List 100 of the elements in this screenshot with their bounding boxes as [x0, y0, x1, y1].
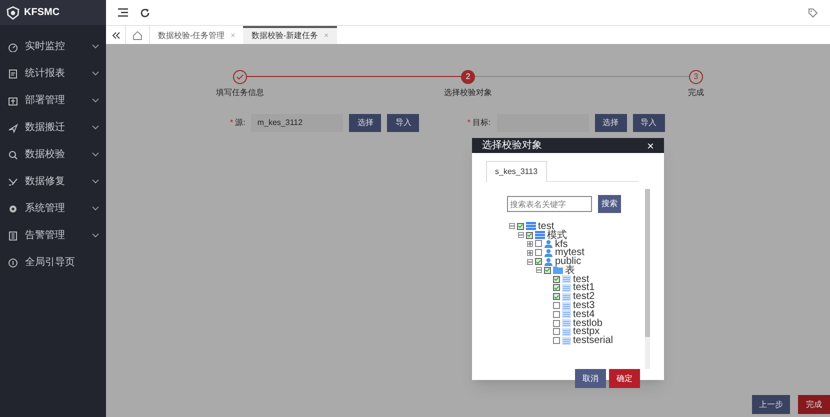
tree-node-label[interactable]: test: [573, 274, 590, 284]
tree-node-label[interactable]: testpx: [573, 327, 600, 336]
chevron-down-icon[interactable]: [92, 233, 99, 238]
sidebar-item[interactable]: 统计报表: [25, 66, 85, 81]
settings-icon: [8, 204, 18, 214]
required-mark: *: [467, 117, 470, 129]
chevron-down-icon[interactable]: [92, 206, 99, 211]
sidebar-item[interactable]: 数据修复: [25, 174, 85, 189]
tree-node-label[interactable]: testserial: [573, 336, 614, 345]
tree-node-label[interactable]: test: [538, 222, 554, 231]
checkbox[interactable]: [553, 328, 560, 336]
gauge-icon: [8, 42, 18, 52]
tab-label: 数据校验-任务管理: [158, 30, 225, 42]
step-number: 3: [689, 70, 703, 84]
tree-node-label[interactable]: testlob: [573, 318, 602, 328]
tree-node-label[interactable]: 表: [565, 266, 575, 275]
form-button[interactable]: 选择: [594, 114, 627, 132]
sidebar-item[interactable]: 全局引导页: [25, 255, 99, 270]
collapse-double-chevron-icon[interactable]: [112, 32, 120, 38]
close-button[interactable]: ×: [646, 140, 654, 152]
tree-node-label[interactable]: kfs: [555, 240, 568, 248]
field-label: 源:: [235, 117, 246, 129]
checkbox[interactable]: [517, 222, 524, 230]
tree-node-label[interactable]: test3: [573, 301, 595, 310]
checkbox[interactable]: [553, 337, 560, 344]
collapse-toggle-icon[interactable]: [527, 258, 533, 265]
checkbox[interactable]: [553, 293, 560, 300]
step-label: 选择校验对象: [444, 87, 492, 99]
tree-node-label[interactable]: test1: [573, 283, 595, 292]
sidebar-item[interactable]: 实时监控: [25, 39, 85, 54]
dialog-tab[interactable]: s_kes_3113: [486, 161, 547, 182]
search-field[interactable]: 搜索表名关键字: [507, 196, 592, 212]
database-icon: [526, 222, 536, 230]
user-icon: [544, 258, 553, 266]
expand-toggle-icon[interactable]: [527, 250, 533, 256]
tag-icon[interactable]: [808, 8, 818, 18]
form-button[interactable]: 导入: [387, 114, 420, 132]
collapse-toggle-icon[interactable]: [509, 223, 515, 230]
database-icon: [535, 231, 545, 240]
tree-node-label[interactable]: 模式: [547, 230, 567, 240]
scrollbar[interactable]: [645, 189, 650, 369]
step-label: 完成: [688, 87, 704, 99]
tab[interactable]: 数据校验-新建任务 ×: [243, 26, 337, 44]
send-icon: [8, 122, 18, 132]
confirm-button[interactable]: 确定: [609, 369, 640, 388]
checkbox[interactable]: [544, 266, 551, 274]
chevron-down-icon[interactable]: [92, 125, 99, 130]
previous-button[interactable]: 上一步: [752, 395, 790, 414]
chevron-down-icon[interactable]: [92, 152, 99, 157]
tree-node-label[interactable]: public: [555, 257, 582, 266]
list-icon: [8, 230, 18, 240]
table-icon: [562, 319, 571, 328]
folder-icon: [553, 266, 563, 274]
search-button[interactable]: 搜索: [598, 195, 621, 213]
refresh-icon[interactable]: [140, 8, 150, 18]
tree-node-label[interactable]: test4: [573, 310, 595, 319]
sidebar-item[interactable]: 数据校验: [25, 147, 85, 162]
shield-logo-icon: [6, 6, 20, 20]
user-icon: [544, 248, 553, 257]
collapse-toggle-icon[interactable]: [536, 267, 542, 274]
checkbox[interactable]: [535, 240, 542, 248]
dialog-title: 选择校验对象: [482, 138, 542, 153]
info-icon: [8, 258, 18, 268]
checkbox[interactable]: [553, 310, 560, 318]
table-icon: [562, 328, 571, 336]
text-field[interactable]: m_kes_3112: [251, 114, 344, 132]
sidebar-item[interactable]: 系统管理: [25, 201, 85, 216]
tab-label: 数据校验-新建任务: [251, 30, 318, 42]
report-icon: [8, 68, 18, 78]
table-icon: [562, 302, 571, 310]
finish-button[interactable]: 完成: [798, 395, 830, 414]
user-icon: [544, 240, 553, 248]
checkbox[interactable]: [553, 320, 560, 327]
chevron-down-icon[interactable]: [92, 71, 99, 76]
sidebar-item[interactable]: 部署管理: [25, 93, 85, 108]
checkbox[interactable]: [526, 232, 533, 239]
collapse-toggle-icon[interactable]: [518, 232, 524, 238]
checkbox[interactable]: [553, 276, 560, 283]
required-mark: *: [230, 117, 234, 129]
table-icon: [562, 310, 571, 318]
checkbox[interactable]: [553, 284, 560, 292]
step-number: 2: [461, 70, 475, 84]
home-icon[interactable]: [133, 30, 142, 40]
chevron-down-icon[interactable]: [92, 179, 99, 184]
sidebar-item[interactable]: 数据搬迁: [25, 120, 85, 135]
checkbox[interactable]: [553, 302, 560, 310]
menu-icon[interactable]: [118, 8, 128, 17]
chevron-down-icon[interactable]: [92, 44, 99, 49]
sidebar-item[interactable]: 告警管理: [25, 228, 85, 243]
step-label: 填写任务信息: [216, 87, 264, 99]
checkbox[interactable]: [535, 249, 542, 256]
cancel-button[interactable]: 取消: [575, 369, 606, 388]
chevron-down-icon[interactable]: [92, 98, 99, 103]
form-button[interactable]: 选择: [349, 114, 382, 132]
table-icon: [562, 284, 571, 292]
tree-node-label[interactable]: test2: [573, 292, 595, 302]
expand-toggle-icon[interactable]: [527, 240, 533, 247]
tree-node-label[interactable]: mytest: [555, 248, 584, 258]
form-button[interactable]: 导入: [632, 114, 665, 132]
checkbox[interactable]: [535, 258, 542, 266]
